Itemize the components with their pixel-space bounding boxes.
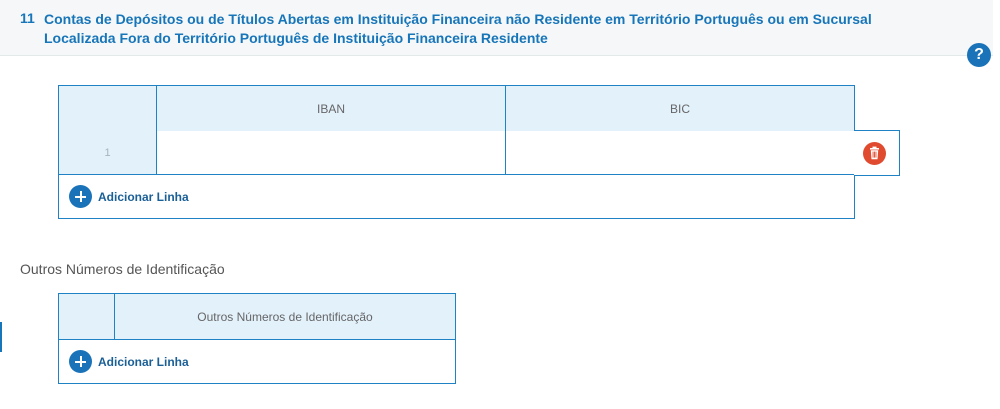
column-header-bic: BIC <box>506 86 854 131</box>
other-ids-table: Outros Números de Identificação Adiciona… <box>58 293 456 384</box>
divider <box>505 86 506 174</box>
add-row-button[interactable]: Adicionar Linha <box>69 185 189 208</box>
section-header: 11 Contas de Depósitos ou de Títulos Abe… <box>0 0 993 56</box>
help-icon[interactable]: ? <box>967 43 991 67</box>
section-title: Contas de Depósitos ou de Títulos Aberta… <box>44 11 872 46</box>
delete-row-cell <box>854 130 900 176</box>
row-index-column <box>59 294 114 339</box>
bic-cell <box>506 131 854 174</box>
iban-cell <box>157 131 505 174</box>
left-edge-marker <box>0 322 2 352</box>
add-row-label: Adicionar Linha <box>98 189 189 204</box>
trash-icon[interactable] <box>863 142 886 165</box>
other-ids-heading: Outros Números de Identificação <box>20 261 225 277</box>
plus-icon <box>69 185 92 208</box>
column-header-other-ids: Outros Números de Identificação <box>115 294 455 339</box>
section-number: 11 <box>20 10 35 26</box>
divider <box>156 86 157 174</box>
row-number: 1 <box>104 146 111 159</box>
divider <box>114 294 115 339</box>
iban-input[interactable] <box>157 131 505 174</box>
divider <box>59 174 854 175</box>
accounts-table: IBAN BIC 1 Adicionar Linha <box>58 85 855 219</box>
add-row-button[interactable]: Adicionar Linha <box>69 350 189 373</box>
bic-input[interactable] <box>506 131 854 174</box>
plus-icon <box>69 350 92 373</box>
divider <box>59 339 455 340</box>
column-header-iban: IBAN <box>157 86 505 131</box>
add-row-label: Adicionar Linha <box>98 354 189 369</box>
